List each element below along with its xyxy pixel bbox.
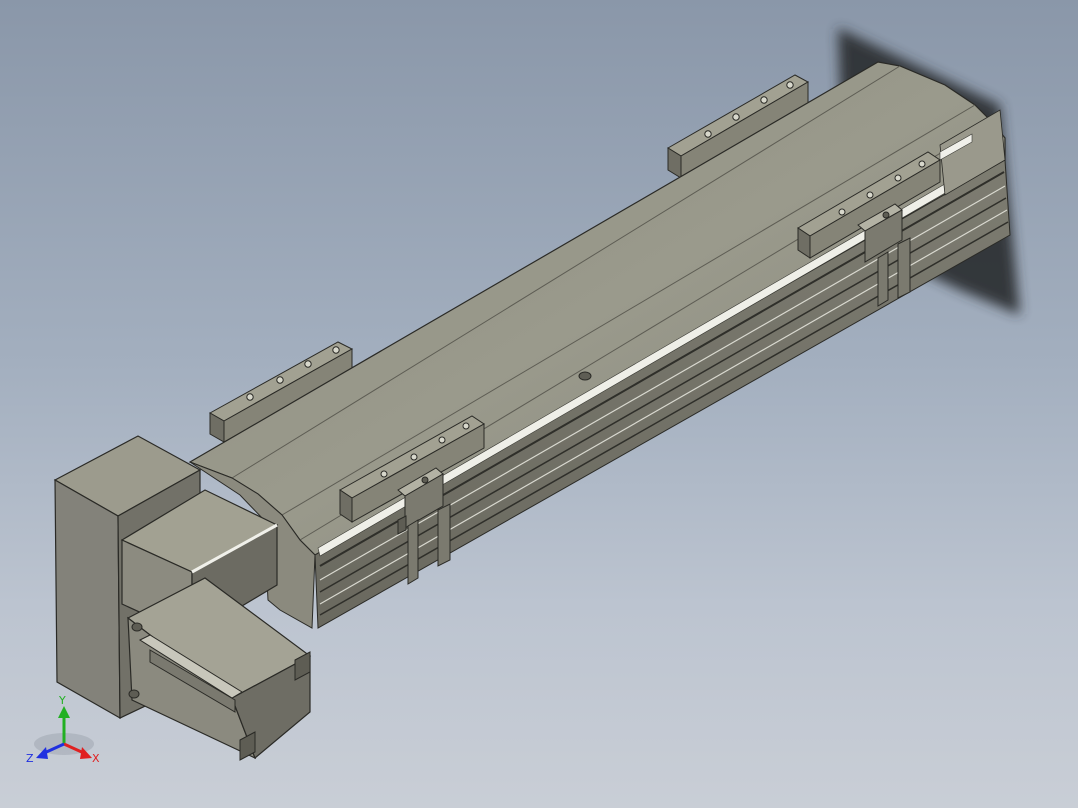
x-axis-label: X xyxy=(92,752,100,765)
y-axis-arrow-head xyxy=(58,706,70,718)
y-axis-label: Y xyxy=(58,694,66,707)
actuator-body[interactable] xyxy=(188,61,1011,629)
cad-viewport[interactable]: Y X Z xyxy=(0,0,1078,808)
coordinate-triad: Y X Z xyxy=(26,694,100,765)
linear-actuator-model[interactable] xyxy=(0,0,1078,808)
z-axis-label: Z xyxy=(26,752,34,765)
